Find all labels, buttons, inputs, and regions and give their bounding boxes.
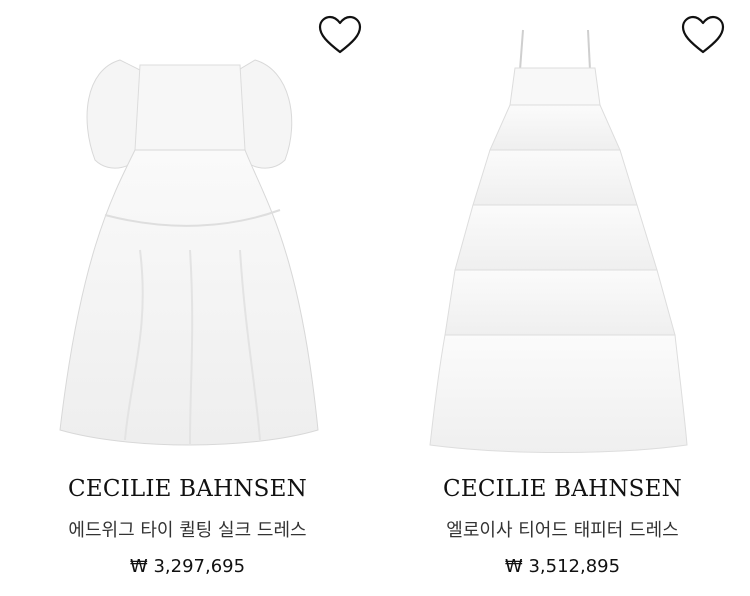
- product-grid: CECILIE BAHNSEN 에드위그 타이 퀼팅 실크 드레스 ₩ 3,29…: [0, 0, 750, 596]
- product-brand[interactable]: CECILIE BAHNSEN: [0, 476, 375, 502]
- product-price: ₩ 3,297,695: [129, 556, 246, 577]
- product-card[interactable]: CECILIE BAHNSEN 에드위그 타이 퀼팅 실크 드레스 ₩ 3,29…: [0, 0, 375, 596]
- heart-outline-icon[interactable]: [680, 14, 726, 56]
- product-name[interactable]: 엘로이사 티어드 태피터 드레스: [375, 516, 750, 542]
- product-brand[interactable]: CECILIE BAHNSEN: [375, 476, 750, 502]
- product-name[interactable]: 에드위그 타이 퀼팅 실크 드레스: [0, 516, 375, 542]
- product-card[interactable]: CECILIE BAHNSEN 엘로이사 티어드 태피터 드레스 ₩ 3,512…: [375, 0, 750, 596]
- product-image[interactable]: [0, 0, 375, 460]
- heart-outline-icon[interactable]: [317, 14, 363, 56]
- product-image[interactable]: [375, 0, 750, 460]
- product-price: ₩ 3,512,895: [504, 556, 621, 577]
